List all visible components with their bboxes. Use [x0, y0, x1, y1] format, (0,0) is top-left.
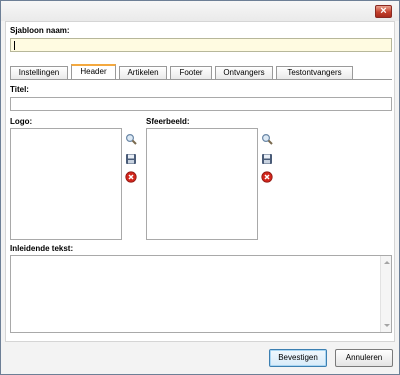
delete-icon [261, 171, 273, 183]
title-input[interactable] [10, 97, 392, 111]
intro-text-scrollbar[interactable] [380, 256, 391, 332]
tab-header[interactable]: Header [71, 64, 116, 80]
intro-text-area[interactable] [10, 255, 392, 333]
tab-divider [10, 79, 392, 80]
title-bar: × [1, 1, 399, 21]
sfeerbeeld-image-box[interactable] [146, 128, 258, 240]
tab-artikelen[interactable]: Artikelen [119, 66, 167, 80]
scroll-up-arrow-icon[interactable] [384, 261, 390, 264]
template-name-input[interactable] [10, 38, 392, 52]
save-icon [262, 154, 272, 164]
sfeerbeeld-browse-button[interactable] [260, 132, 274, 146]
tab-footer[interactable]: Footer [170, 66, 212, 80]
delete-icon [125, 171, 137, 183]
tab-strip: Instellingen Header Artikelen Footer Ont… [10, 64, 392, 80]
text-caret [14, 41, 15, 50]
sfeerbeeld-delete-button[interactable] [260, 170, 274, 184]
tab-instellingen[interactable]: Instellingen [10, 66, 68, 80]
logo-delete-button[interactable] [124, 170, 138, 184]
cancel-button[interactable]: Annuleren [335, 349, 393, 367]
save-icon [126, 154, 136, 164]
scroll-down-arrow-icon[interactable] [384, 324, 390, 327]
template-dialog: × Sjabloon naam: Instellingen Header Art… [0, 0, 400, 375]
magnifier-icon [125, 133, 137, 145]
logo-save-button[interactable] [124, 152, 138, 166]
logo-image-box[interactable] [10, 128, 122, 240]
tab-testontvangers[interactable]: Testontvangers [276, 66, 353, 80]
title-label: Titel: [10, 85, 29, 94]
sfeerbeeld-label: Sfeerbeeld: [146, 117, 190, 126]
dialog-content: Sjabloon naam: Instellingen Header Artik… [5, 21, 395, 342]
magnifier-icon [261, 133, 273, 145]
sfeerbeeld-save-button[interactable] [260, 152, 274, 166]
confirm-button[interactable]: Bevestigen [269, 349, 327, 367]
intro-text-label: Inleidende tekst: [10, 244, 74, 253]
template-name-label: Sjabloon naam: [10, 26, 70, 35]
close-button[interactable]: × [375, 5, 392, 18]
tab-ontvangers[interactable]: Ontvangers [215, 66, 273, 80]
logo-browse-button[interactable] [124, 132, 138, 146]
logo-label: Logo: [10, 117, 33, 126]
